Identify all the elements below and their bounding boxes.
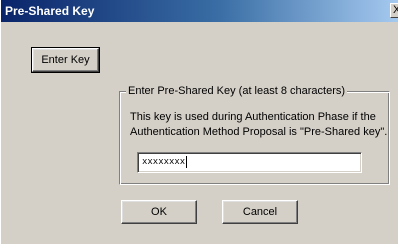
enter-key-button[interactable]: Enter Key (31, 47, 100, 73)
description-line-2: Authentication Method Proposal is "Pre-S… (130, 126, 388, 138)
ok-button[interactable]: OK (121, 200, 197, 224)
pre-shared-key-input[interactable]: xxxxxxxx (137, 152, 362, 173)
close-button[interactable]: X (390, 3, 398, 18)
group-legend: Enter Pre-Shared Key (at least 8 charact… (126, 84, 348, 98)
pre-shared-key-dialog: Pre-Shared Key X Enter Key Enter Pre-Sha… (0, 0, 398, 246)
key-description: This key is used during Authentication P… (130, 110, 390, 140)
description-line-1: This key is used during Authentication P… (130, 111, 376, 123)
title-bar: Pre-Shared Key X (1, 0, 398, 22)
cancel-button[interactable]: Cancel (222, 200, 298, 224)
text-caret (186, 155, 188, 168)
window-title: Pre-Shared Key (5, 4, 95, 18)
masked-key-value: xxxxxxxx (142, 157, 186, 167)
